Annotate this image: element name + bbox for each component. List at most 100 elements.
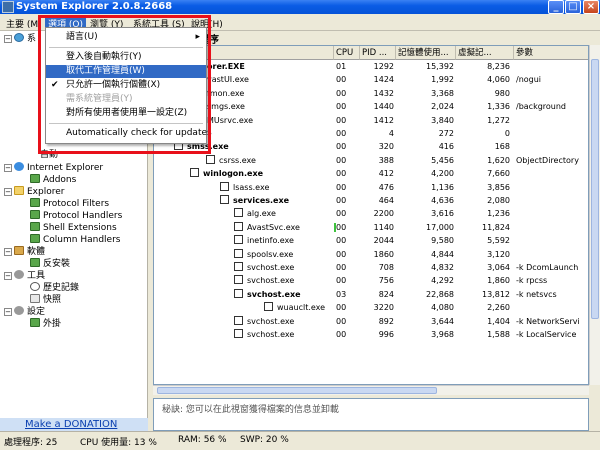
cell-vmem: 8,236 <box>487 62 510 71</box>
cell-vmem: 1,404 <box>487 316 510 326</box>
column-header-pid[interactable]: PID ... <box>360 46 396 60</box>
table-row[interactable]: smgs.exe 00 1440 2,024 1,336/background <box>154 100 588 113</box>
software-box-icon <box>14 246 24 255</box>
sidebar-item-snapshot[interactable]: 快照 <box>30 294 61 306</box>
collapse-icon[interactable]: − <box>4 35 12 43</box>
cell-cpu: 00 <box>336 196 347 205</box>
menu-item-language[interactable]: 語言(U) ▸ <box>46 31 206 44</box>
table-row[interactable]: lsass.exe 00 476 1,136 3,856 <box>154 181 588 194</box>
scroll-thumb[interactable] <box>591 59 599 319</box>
table-row[interactable]: wuauclt.exe 00 3220 4,080 2,260 <box>154 301 588 314</box>
cell-args: ObjectDirectory <box>516 155 579 165</box>
sidebar-item-system[interactable]: − 系 <box>4 33 36 45</box>
process-icon <box>264 302 273 312</box>
horizontal-scrollbar[interactable] <box>153 385 589 395</box>
process-icon <box>234 235 243 245</box>
menu-item-check-updates[interactable]: Automatically check for updates <box>46 127 212 140</box>
cell-cpu: 00 <box>336 75 347 85</box>
sidebar-item-protocol-handlers[interactable]: Protocol Handlers <box>30 210 122 222</box>
table-row[interactable]: svchost.exe 00 708 4,832 3,064 -k DcomLaunch <box>154 261 588 274</box>
table-row[interactable]: svchost.exe 00 996 3,968 1,588 -k LocalServic… <box>154 328 588 341</box>
cell-vmem: 1,860 <box>487 276 510 286</box>
collapse-icon[interactable]: − <box>4 248 12 256</box>
table-row[interactable]: AvastSvc.exe 00 1140 17,000 11,824 <box>154 221 588 234</box>
column-header-cpu[interactable]: CPU <box>334 46 360 60</box>
cell-vmem: 2,260 <box>487 303 510 313</box>
menu-item-autorun-after-login[interactable]: 登入後自動執行(Y) <box>46 51 206 64</box>
tools-icon <box>14 270 24 279</box>
collapse-icon[interactable]: − <box>4 272 12 280</box>
table-row[interactable]: winlogon.exe 00 412 4,200 7,660 <box>154 167 588 180</box>
cell-name: fmon.exe <box>194 87 334 100</box>
cell-name: svchost.exe <box>234 328 334 341</box>
table-row[interactable]: vastUI.exe 00 1424 1,992 4,060/nogui <box>154 73 588 86</box>
cell-pid: 824 <box>378 289 394 299</box>
collapse-icon[interactable]: − <box>4 308 12 316</box>
close-icon[interactable]: × <box>583 0 599 14</box>
sidebar-item-explorer[interactable]: − Explorer <box>4 186 64 198</box>
cell-name: smgs.exe <box>194 100 334 113</box>
column-header-virtual-memory[interactable]: 虛擬記... <box>456 46 514 60</box>
cell-vmem: 1,272 <box>487 115 510 125</box>
collapse-icon[interactable]: − <box>4 164 12 172</box>
collapse-icon[interactable]: − <box>4 188 12 196</box>
cell-args <box>516 248 588 261</box>
table-row[interactable]: inetinfo.exe 00 2044 9,580 5,592 <box>154 234 588 247</box>
cell-name: svchost.exe <box>234 288 334 301</box>
cell-mem: 4,844 <box>431 249 454 259</box>
menu-item-replace-task-manager[interactable]: 取代工作管理員(W) <box>46 65 206 78</box>
cell-name: wuauclt.exe <box>264 301 334 314</box>
cell-pid: 1292 <box>373 62 394 71</box>
vertical-scrollbar[interactable] <box>589 45 600 385</box>
table-row[interactable]: svchost.exe 00 756 4,292 1,860 -k rpcss <box>154 274 588 287</box>
sidebar-item-history[interactable]: 歷史記錄 <box>30 282 79 294</box>
sidebar-item-settings[interactable]: − 設定 <box>4 306 45 318</box>
sidebar-item-tools[interactable]: − 工具 <box>4 270 45 282</box>
sidebar-item-addons[interactable]: Addons <box>30 174 76 186</box>
table-row[interactable]: MUsrvc.exe 00 1412 3,840 1,272 <box>154 114 588 127</box>
table-row[interactable]: smss.exe 00 320 416 168 <box>154 140 588 153</box>
table-row[interactable]: svchost.exe 00 892 3,644 1,404 -k NetworkServ… <box>154 315 588 328</box>
table-row[interactable]: svchost.exe 03 824 22,868 13,812 -k netsvcs <box>154 288 588 301</box>
cell-cpu: 00 <box>336 263 347 272</box>
cell-pid: 1860 <box>373 249 394 259</box>
cell-cpu: 01 <box>336 62 347 71</box>
sidebar-item-software[interactable]: − 軟體 <box>4 246 45 258</box>
sidebar-item-autorun[interactable]: 自動 <box>40 149 58 161</box>
title-bar: System Explorer 2.0.8.2668 _ □ × <box>0 0 600 14</box>
menu-item-single-setting-all-users[interactable]: 對所有使用者使用單一設定(Z) <box>46 107 206 120</box>
menu-main[interactable]: 主要 (M) <box>3 16 45 31</box>
sidebar-item-shell-extensions[interactable]: Shell Extensions <box>30 222 117 234</box>
menu-separator <box>49 123 203 124</box>
table-row[interactable]: services.exe 00 464 4,636 2,080 <box>154 194 588 207</box>
table-row[interactable]: orer.EXE 01 1292 15,392 8,236 <box>154 60 588 73</box>
cell-args <box>516 181 588 194</box>
sidebar-item-ie[interactable]: − Internet Explorer <box>4 162 103 174</box>
cell-cpu: 00 <box>336 249 347 259</box>
table-row[interactable]: alg.exe 00 2200 3,616 1,236 <box>154 207 588 220</box>
cell-cpu: 00 <box>336 102 347 112</box>
cell-name: lsass.exe <box>220 181 334 194</box>
cell-vmem: 3,064 <box>487 263 510 272</box>
sidebar-item-column-handlers[interactable]: Column Handlers <box>30 234 120 246</box>
table-row[interactable]: spoolsv.exe 00 1860 4,844 3,120 <box>154 248 588 261</box>
cell-mem: 22,868 <box>426 289 454 299</box>
menu-item-single-instance[interactable]: ✔ 只允許一個執行個體(X) <box>46 79 206 92</box>
menu-separator <box>49 47 203 48</box>
donation-link[interactable]: Make a DONATION <box>0 418 148 431</box>
table-row[interactable]: en0042720 <box>154 127 588 140</box>
sidebar-item-protocol-filters[interactable]: Protocol Filters <box>30 198 109 210</box>
sidebar-item-uninstall[interactable]: 反安裝 <box>30 258 70 270</box>
table-row[interactable]: fmon.exe 00 1432 3,368 980 <box>154 87 588 100</box>
cell-pid: 320 <box>378 142 394 152</box>
table-row[interactable]: csrss.exe 00 388 5,456 1,620 ObjectDirectory <box>154 154 588 167</box>
column-header-args[interactable]: 參數 <box>514 46 588 60</box>
maximize-icon[interactable]: □ <box>565 0 581 14</box>
process-table[interactable]: CPU PID ... 記憶體使用... 虛擬記... 參數 orer.EXE 0… <box>153 45 589 385</box>
cell-name: inetinfo.exe <box>234 234 334 247</box>
column-header-memory[interactable]: 記憶體使用... <box>396 46 456 60</box>
minimize-icon[interactable]: _ <box>548 0 564 14</box>
scroll-thumb[interactable] <box>157 387 437 394</box>
cell-name: services.exe <box>220 194 334 207</box>
sidebar-item-plugins[interactable]: 外掛 <box>30 318 61 330</box>
